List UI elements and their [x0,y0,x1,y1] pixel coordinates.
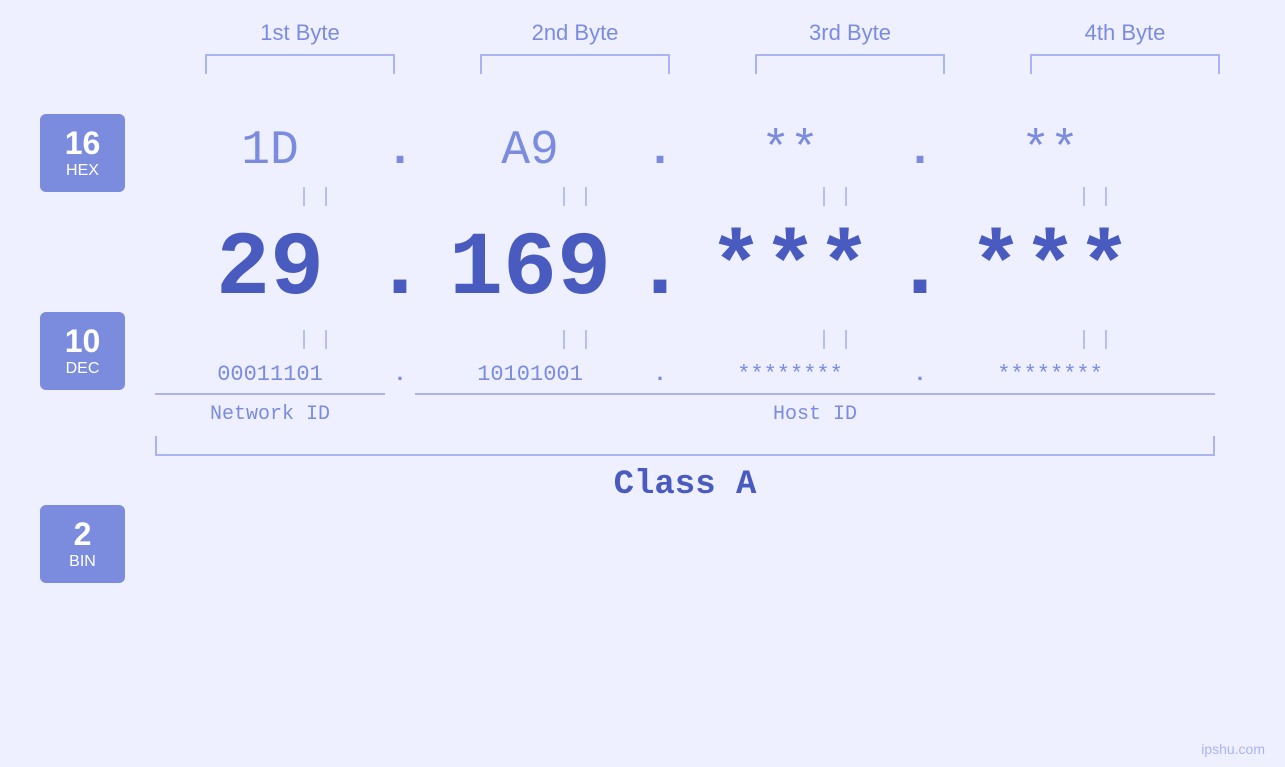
id-labels: Network ID Host ID [155,403,1215,426]
vbar7: || [725,329,955,352]
bin-badge: 2 BIN [40,505,125,583]
dec-row: 29 . 169 . *** . *** [155,219,1215,321]
bin-dot1: . [385,362,415,387]
hex-dot3: . [905,124,935,178]
byte3-header: 3rd Byte [740,20,960,46]
vbar-row-2: || || || || [205,329,1265,352]
host-id-label: Host ID [415,403,1215,426]
dec-badge-label: DEC [66,360,100,378]
vbar3: || [725,186,955,209]
network-id-label: Network ID [155,403,385,426]
dec-byte3: *** [675,219,905,321]
top-brackets [163,54,1263,74]
vbar1: || [205,186,435,209]
hex-badge-label: HEX [66,162,99,180]
hex-byte2: A9 [415,124,645,178]
bin-byte4: ******** [935,362,1165,387]
hex-dot1: . [385,124,415,178]
bin-badge-num: 2 [74,517,92,552]
hex-byte3: ** [675,124,905,178]
dec-byte1: 29 [155,219,385,321]
vbar6: || [465,329,695,352]
vbar2: || [465,186,695,209]
watermark: ipshu.com [1201,741,1265,757]
hex-byte1: 1D [155,124,385,178]
dec-byte2: 169 [415,219,645,321]
host-underline [415,393,1215,395]
bin-badge-label: BIN [69,553,96,571]
top-bracket-1 [205,54,395,74]
bin-underlines [155,393,1215,395]
vbar8: || [985,329,1215,352]
hex-dot2: . [645,124,675,178]
vbar4: || [985,186,1215,209]
bin-byte2: 10101001 [415,362,645,387]
top-bracket-2 [480,54,670,74]
bin-byte1: 00011101 [155,362,385,387]
left-badges: 16 HEX 10 DEC 2 BIN [40,74,125,583]
bin-dot2: . [645,362,675,387]
hex-byte4: ** [935,124,1165,178]
network-underline [155,393,385,395]
hex-row: 1D . A9 . ** . ** [155,124,1215,178]
dec-dot2: . [645,219,675,321]
dec-dot1: . [385,219,415,321]
vbar-row-1: || || || || [205,186,1265,209]
class-label: Class A [155,466,1215,504]
dec-dot3: . [905,219,935,321]
bin-dot3: . [905,362,935,387]
top-bracket-4 [1030,54,1220,74]
top-bracket-3 [755,54,945,74]
bin-row: 00011101 . 10101001 . ******** . *******… [155,362,1215,387]
hex-badge: 16 HEX [40,114,125,192]
bin-byte3: ******** [675,362,905,387]
outer-bracket [155,436,1215,456]
main-container: 1st Byte 2nd Byte 3rd Byte 4th Byte 16 H… [0,0,1285,767]
dec-badge: 10 DEC [40,312,125,390]
byte-headers: 1st Byte 2nd Byte 3rd Byte 4th Byte [163,20,1263,46]
byte4-header: 4th Byte [1015,20,1235,46]
dec-badge-num: 10 [65,324,101,359]
vbar5: || [205,329,435,352]
byte1-header: 1st Byte [190,20,410,46]
hex-badge-num: 16 [65,126,101,161]
dec-byte4: *** [935,219,1165,321]
byte2-header: 2nd Byte [465,20,685,46]
